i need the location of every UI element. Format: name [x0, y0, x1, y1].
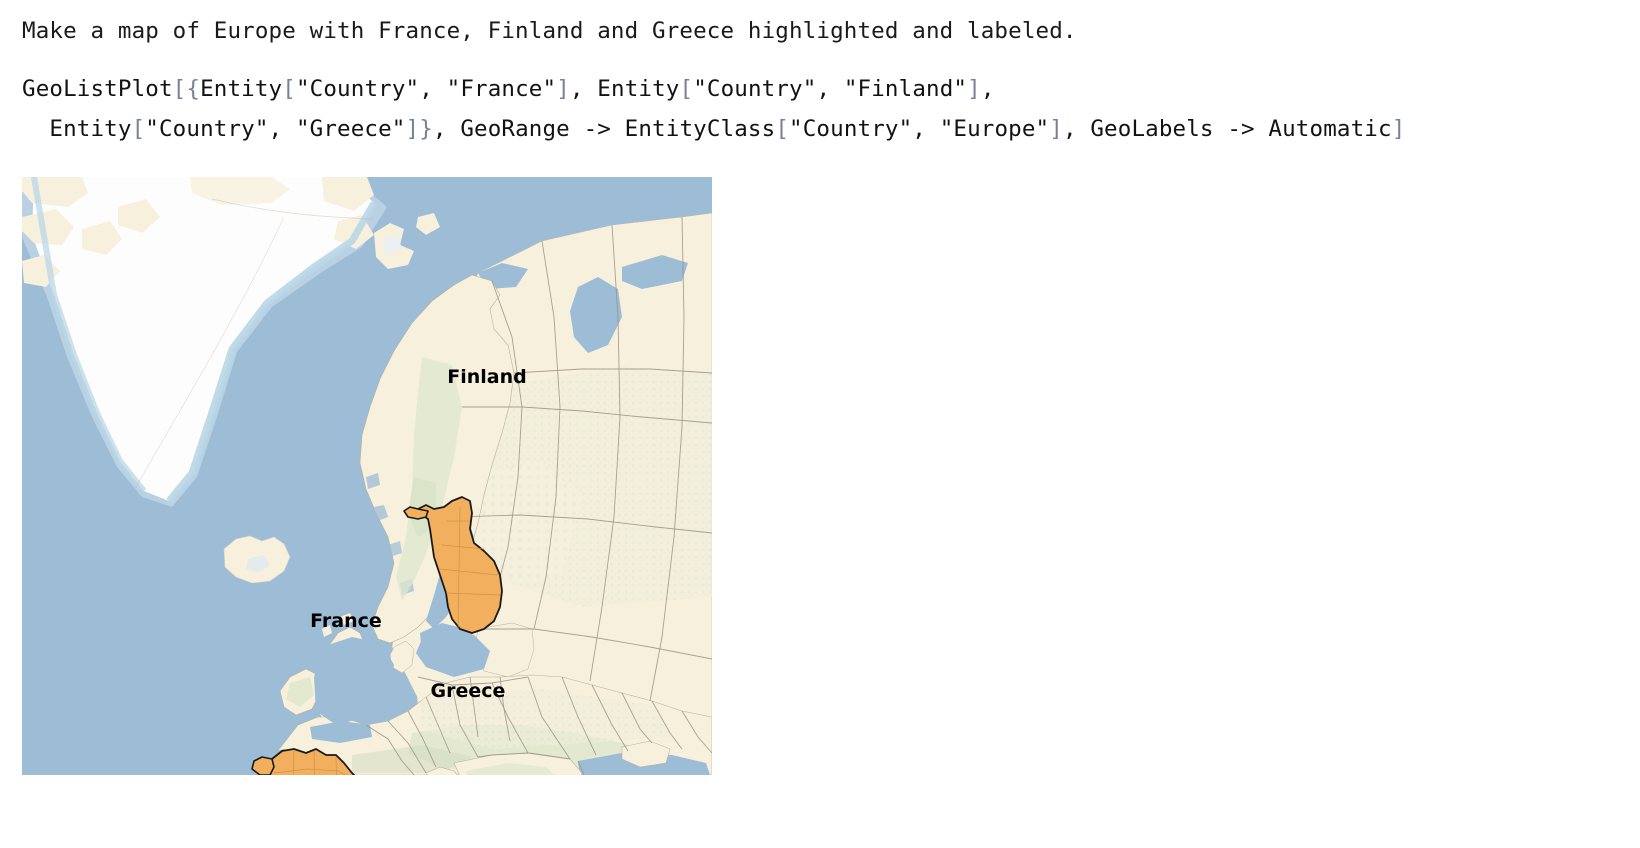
code-token: "Country", "Greece": [145, 116, 406, 142]
code-token: [: [131, 116, 146, 142]
code-token: Entity: [200, 76, 283, 102]
code-token: ]}: [405, 116, 433, 142]
code-line-1[interactable]: GeoListPlot[{Entity["Country", "France"]…: [22, 69, 1622, 109]
code-token: ]: [556, 76, 570, 102]
code-token: , GeoRange -> EntityClass: [432, 116, 776, 142]
map-label-greece: Greece: [431, 680, 506, 702]
code-token: [: [775, 116, 790, 142]
code-block[interactable]: GeoListPlot[{Entity["Country", "France"]…: [22, 69, 1622, 149]
map-label-finland: Finland: [447, 366, 526, 388]
prompt-and-code-block: Make a map of Europe with France, Finlan…: [22, 0, 1622, 149]
code-token: ]: [1049, 116, 1063, 142]
user-prompt-text: Make a map of Europe with France, Finlan…: [22, 18, 1077, 44]
code-token: [: [282, 76, 296, 102]
code-token: , GeoLabels -> Automatic: [1062, 116, 1392, 142]
code-token: , Entity: [569, 76, 680, 102]
code-line-2[interactable]: Entity["Country", "Greece"]}, GeoRange -…: [22, 109, 1622, 149]
code-token: [: [679, 76, 694, 102]
code-token: [{: [172, 76, 201, 102]
europe-map-svg[interactable]: Finland France Greece: [22, 177, 712, 775]
code-token: ,: [980, 76, 995, 102]
code-token: Entity: [22, 116, 132, 142]
code-token: "Country", "France": [295, 76, 557, 102]
geo-map-figure[interactable]: Finland France Greece: [22, 177, 712, 775]
map-label-france: France: [310, 610, 382, 632]
code-token: ]: [967, 76, 981, 102]
code-token: GeoListPlot: [22, 76, 173, 102]
code-token: "Country", "Europe": [789, 116, 1050, 142]
code-token: ]: [1391, 116, 1406, 142]
code-token: "Country", "Finland": [693, 76, 968, 102]
